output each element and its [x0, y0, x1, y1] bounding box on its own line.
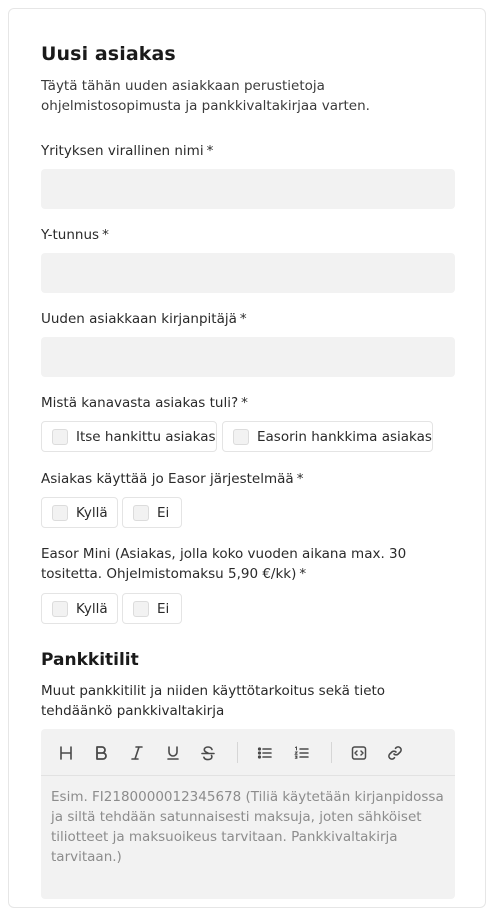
- easor-mini-label: Easor Mini (Asiakas, jolla koko vuoden a…: [41, 544, 455, 584]
- option-label: Itse hankittu asiakas: [76, 428, 216, 445]
- checkbox[interactable]: [233, 428, 249, 445]
- code-block-icon[interactable]: [348, 742, 370, 764]
- bullet-list-icon[interactable]: [254, 742, 276, 764]
- required-mark: *: [241, 395, 248, 411]
- uses-easor-option-no[interactable]: Ei: [122, 497, 182, 528]
- option-label: Kyllä: [76, 504, 108, 521]
- checkbox[interactable]: [52, 504, 68, 521]
- easor-mini-option-no[interactable]: Ei: [122, 593, 182, 624]
- italic-icon[interactable]: [126, 742, 148, 764]
- required-mark: *: [102, 227, 109, 243]
- uses-easor-option-yes[interactable]: Kyllä: [41, 497, 118, 528]
- checkbox[interactable]: [133, 504, 149, 521]
- business-id-label-text: Y-tunnus: [41, 227, 100, 243]
- required-mark: *: [206, 143, 214, 159]
- form-card: Uusi asiakas Täytä tähän uuden asiakkaan…: [8, 8, 486, 908]
- uses-easor-label: Asiakas käyttää jo Easor järjestelmää *: [41, 469, 303, 489]
- company-name-input[interactable]: [41, 169, 455, 209]
- required-mark: *: [239, 311, 247, 327]
- editor-toolbar: [41, 729, 455, 776]
- numbered-list-icon[interactable]: [291, 742, 313, 764]
- form-description: Täytä tähän uuden asiakkaan perustietoja…: [41, 78, 370, 114]
- bold-icon[interactable]: [90, 742, 112, 764]
- bookkeeper-label: Uuden asiakkaan kirjanpitäjä *: [41, 309, 247, 329]
- channel-label: Mistä kanavasta asiakas tuli? *: [41, 393, 248, 413]
- bookkeeper-label-text: Uuden asiakkaan kirjanpitäjä: [41, 311, 237, 327]
- bookkeeper-input[interactable]: [41, 337, 455, 377]
- toolbar-divider: [331, 742, 332, 763]
- bank-label: Muut pankkitilit ja niiden käyttötarkoit…: [41, 683, 386, 719]
- link-icon[interactable]: [384, 742, 406, 764]
- bank-section-title: Pankkitilit: [41, 650, 139, 670]
- uses-easor-label-text: Asiakas käyttää jo Easor järjestelmää: [41, 471, 294, 487]
- required-mark: *: [296, 471, 304, 487]
- easor-mini-option-yes[interactable]: Kyllä: [41, 593, 118, 624]
- form-title: Uusi asiakas: [41, 43, 176, 65]
- option-label: Ei: [157, 600, 170, 617]
- option-label: Easorin hankkima asiakas: [257, 428, 432, 445]
- heading-icon[interactable]: [55, 742, 77, 764]
- option-label: Ei: [157, 504, 170, 521]
- channel-option-self[interactable]: Itse hankittu asiakas: [41, 421, 217, 452]
- channel-option-easor[interactable]: Easorin hankkima asiakas: [222, 421, 433, 452]
- option-label: Kyllä: [76, 600, 108, 617]
- business-id-label: Y-tunnus *: [41, 225, 109, 245]
- company-name-label: Yrityksen virallinen nimi *: [41, 141, 213, 161]
- underline-icon[interactable]: [162, 742, 184, 764]
- channel-label-text: Mistä kanavasta asiakas tuli?: [41, 395, 239, 411]
- business-id-input[interactable]: [41, 253, 455, 293]
- toolbar-divider: [237, 742, 238, 763]
- checkbox[interactable]: [52, 428, 68, 445]
- checkbox[interactable]: [52, 600, 68, 617]
- required-mark: *: [299, 566, 307, 582]
- bank-rich-text-editor[interactable]: Esim. FI2180000012345678 (Tiliä käytetää…: [41, 729, 455, 899]
- checkbox[interactable]: [133, 600, 149, 617]
- easor-mini-label-text: Easor Mini (Asiakas, jolla koko vuoden a…: [41, 546, 407, 582]
- company-name-label-text: Yrityksen virallinen nimi: [41, 143, 204, 159]
- strikethrough-icon[interactable]: [197, 742, 219, 764]
- editor-placeholder: Esim. FI2180000012345678 (Tiliä käytetää…: [51, 789, 444, 865]
